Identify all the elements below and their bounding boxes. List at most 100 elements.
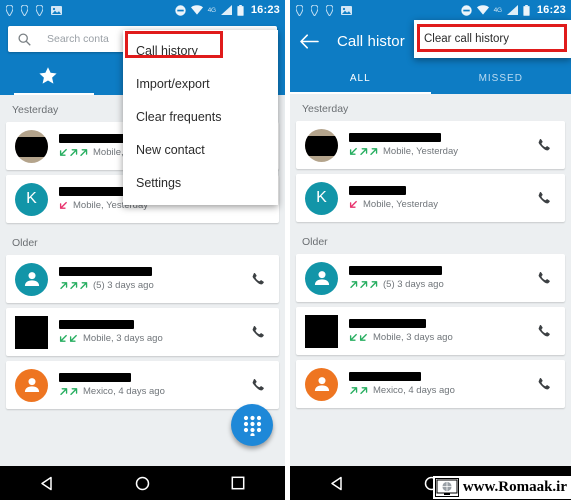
phone-icon[interactable] bbox=[537, 138, 552, 153]
contact-name-redacted bbox=[349, 372, 421, 381]
call-row-meta: Mexico, 4 days ago bbox=[349, 385, 533, 396]
phone-icon[interactable] bbox=[537, 191, 552, 206]
status-bar-clock: 16:23 bbox=[250, 4, 280, 16]
circle-home-icon[interactable] bbox=[135, 476, 150, 491]
menu-item-clear-call-history[interactable]: Clear call history bbox=[414, 33, 509, 45]
location-icon bbox=[36, 4, 43, 16]
section-header: Yesterday bbox=[302, 103, 349, 115]
call-meta-text: (5) 3 days ago bbox=[383, 279, 444, 290]
tab-favorites[interactable] bbox=[0, 57, 96, 95]
outgoing-call-arrow-icon bbox=[70, 149, 78, 157]
status-bar-right-icons: 4G 16:23 bbox=[460, 4, 566, 16]
call-type-arrows bbox=[349, 386, 368, 395]
phone-icon[interactable] bbox=[251, 325, 266, 340]
menu-item-label: New contact bbox=[136, 142, 205, 157]
phone-icon[interactable] bbox=[251, 378, 266, 393]
call-type-arrows bbox=[349, 147, 378, 156]
call-back-button[interactable] bbox=[247, 325, 269, 340]
panel-divider bbox=[285, 0, 290, 500]
call-back-button[interactable] bbox=[247, 378, 269, 393]
avatar-initial: K bbox=[316, 189, 327, 206]
menu-item-label: Import/export bbox=[136, 76, 210, 91]
screenshot-stage: 4G 16:23 Search conta Yesterday Mobile, K bbox=[0, 0, 571, 500]
call-log-row[interactable]: Mobile, 3 days ago bbox=[296, 307, 565, 355]
tab-all[interactable]: ALL bbox=[290, 62, 431, 94]
menu-item-settings[interactable]: Settings bbox=[123, 166, 278, 199]
missed-call-arrow-icon bbox=[349, 200, 357, 208]
left-nav-bar bbox=[0, 466, 285, 500]
right-call-list: Yesterday Mobile, Yesterday K Mobile, Yeste… bbox=[290, 94, 571, 408]
redaction-bar bbox=[15, 136, 48, 157]
location-icon bbox=[326, 4, 333, 16]
call-row-meta: Mobile, 3 days ago bbox=[349, 332, 533, 343]
phone-icon[interactable] bbox=[537, 324, 552, 339]
outgoing-call-arrow-icon bbox=[80, 149, 88, 157]
watermark-text: www.Romaak.ir bbox=[462, 479, 567, 495]
menu-item-new-contact[interactable]: New contact bbox=[123, 133, 278, 166]
incoming-call-arrow-icon bbox=[69, 334, 77, 342]
call-log-row[interactable]: Mobile, 3 days ago bbox=[6, 308, 279, 356]
wifi-icon bbox=[190, 5, 203, 15]
right-overflow-menu[interactable]: Clear call history bbox=[414, 20, 571, 58]
call-log-row[interactable]: (5) 3 days ago bbox=[6, 255, 279, 303]
call-meta-text: Mobile, Yesterday bbox=[383, 146, 458, 157]
phone-icon[interactable] bbox=[537, 377, 552, 392]
outgoing-call-arrow-icon bbox=[70, 282, 78, 290]
call-row-info: (5) 3 days ago bbox=[59, 267, 247, 291]
call-back-button[interactable] bbox=[533, 191, 555, 206]
call-row-meta: Mobile, Yesterday bbox=[349, 146, 533, 157]
status-bar-clock: 16:23 bbox=[536, 4, 566, 16]
avatar-redacted bbox=[15, 129, 48, 163]
call-row-meta: (5) 3 days ago bbox=[349, 279, 533, 290]
menu-item-import-export[interactable]: Import/export bbox=[123, 67, 278, 100]
call-type-arrows bbox=[349, 200, 358, 209]
call-back-button[interactable] bbox=[533, 324, 555, 339]
call-back-button[interactable] bbox=[533, 138, 555, 153]
left-overflow-menu[interactable]: Call history Import/export Clear frequents… bbox=[123, 30, 278, 205]
call-row-meta: Mobile, Yesterday bbox=[349, 199, 533, 210]
back-arrow-icon[interactable] bbox=[300, 33, 319, 49]
avatar: K bbox=[15, 182, 48, 216]
tab-missed[interactable]: MISSED bbox=[431, 62, 571, 94]
call-log-row[interactable]: K Mobile, Yesterday bbox=[296, 174, 565, 222]
missed-call-arrow-icon bbox=[59, 201, 67, 209]
section-header: Older bbox=[302, 236, 328, 248]
contact-name-redacted bbox=[59, 320, 134, 329]
call-row-meta: Mobile, 3 days ago bbox=[59, 333, 247, 344]
right-tab-bar: ALL MISSED bbox=[290, 62, 571, 94]
incoming-call-arrow-icon bbox=[59, 148, 67, 156]
call-log-row[interactable]: Mobile, Yesterday bbox=[296, 121, 565, 169]
outgoing-call-arrow-icon bbox=[360, 148, 368, 156]
call-back-button[interactable] bbox=[533, 377, 555, 392]
call-back-button[interactable] bbox=[533, 271, 555, 286]
triangle-back-icon[interactable] bbox=[40, 476, 55, 491]
outgoing-call-arrow-icon bbox=[70, 388, 78, 396]
triangle-back-icon[interactable] bbox=[330, 476, 345, 491]
site-watermark: www.Romaak.ir bbox=[432, 476, 571, 499]
call-meta-text: Mobile, bbox=[93, 147, 124, 158]
contact-name-redacted bbox=[349, 133, 441, 142]
contact-name-redacted bbox=[59, 373, 131, 382]
section-header: Older bbox=[12, 237, 38, 249]
outgoing-call-arrow-icon bbox=[60, 388, 68, 396]
menu-item-clear-frequents[interactable]: Clear frequents bbox=[123, 100, 278, 133]
redaction-bar bbox=[305, 135, 338, 156]
square-recents-icon[interactable] bbox=[231, 476, 245, 490]
call-meta-text: Mexico, 4 days ago bbox=[373, 385, 455, 396]
phone-icon[interactable] bbox=[251, 272, 266, 287]
call-type-arrows bbox=[59, 334, 78, 343]
phone-icon[interactable] bbox=[537, 271, 552, 286]
call-log-row[interactable]: Mexico, 4 days ago bbox=[296, 360, 565, 408]
incoming-call-arrow-icon bbox=[349, 147, 357, 155]
left-phone-screen: 4G 16:23 Search conta Yesterday Mobile, K bbox=[0, 0, 285, 500]
menu-item-call-history[interactable]: Call history bbox=[123, 34, 278, 67]
call-log-row[interactable]: (5) 3 days ago bbox=[296, 254, 565, 302]
dialpad-fab-button[interactable] bbox=[231, 404, 273, 446]
globe-monitor-icon bbox=[434, 478, 459, 497]
call-log-row[interactable]: Mexico, 4 days ago bbox=[6, 361, 279, 409]
call-meta-text: Mobile, 3 days ago bbox=[373, 332, 453, 343]
status-bar-left-icons bbox=[296, 4, 461, 16]
call-back-button[interactable] bbox=[247, 272, 269, 287]
outgoing-call-arrow-icon bbox=[350, 387, 358, 395]
menu-item-label: Settings bbox=[136, 175, 182, 190]
